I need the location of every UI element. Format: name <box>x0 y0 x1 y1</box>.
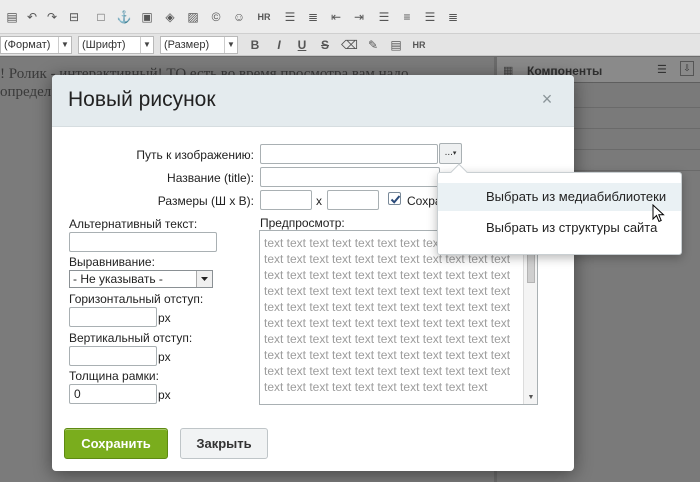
menu-item-media-library[interactable]: Выбрать из медиабиблиотеки <box>438 183 681 211</box>
preview-label: Предпросмотр: <box>260 216 345 230</box>
table-icon[interactable]: ⊟ <box>66 9 82 25</box>
anchor-icon[interactable]: ⚓ <box>116 9 132 25</box>
dialog-header: Новый рисунок × <box>52 75 574 127</box>
dialog-title: Новый рисунок <box>68 88 216 111</box>
justify-icon[interactable]: ≣ <box>445 9 461 25</box>
new-image-dialog: Новый рисунок × Путь к изображению: ...▾… <box>52 75 574 471</box>
preview-scrollbar[interactable]: ▲ ▼ <box>523 231 537 404</box>
editor-toolbar-format: (Формат) ▼ (Шрифт) ▼ (Размер) ▼ B I U S … <box>0 34 700 56</box>
alt-text-input[interactable] <box>69 232 217 252</box>
chevron-down-icon: ▼ <box>224 37 237 53</box>
outdent-icon[interactable]: ⇤ <box>328 9 344 25</box>
image-source-menu: Выбрать из медиабиблиотеки Выбрать из ст… <box>437 163 682 255</box>
align-select-value: - Не указывать - <box>73 272 163 286</box>
size-label: Размеры (Ш х В): <box>157 194 254 208</box>
paint-icon[interactable]: ✎ <box>365 37 381 53</box>
numbered-list-icon[interactable]: ≣ <box>305 9 321 25</box>
panel-collapse-icon[interactable]: ⇩ <box>680 61 694 76</box>
strikethrough-button[interactable]: S <box>317 37 333 53</box>
copyright-icon[interactable]: © <box>208 9 224 25</box>
align-select[interactable]: - Не указывать - <box>69 270 213 288</box>
vspace-label: Вертикальный отступ: <box>69 331 193 345</box>
scroll-down-icon[interactable]: ▼ <box>524 392 537 404</box>
italic-button[interactable]: I <box>271 37 287 53</box>
align-center-icon[interactable]: ≡ <box>399 9 415 25</box>
underline-button[interactable]: U <box>294 37 310 53</box>
smiley-icon[interactable]: ☺ <box>231 9 247 25</box>
border-width-input[interactable] <box>69 384 157 404</box>
media-icon[interactable]: ▣ <box>139 9 155 25</box>
chevron-down-icon <box>196 271 212 287</box>
close-button[interactable]: Закрыть <box>180 428 268 459</box>
font-select-value: (Шрифт) <box>82 39 126 51</box>
alt-text-label: Альтернативный текст: <box>69 217 198 231</box>
browse-button[interactable]: ...▾ <box>439 143 462 164</box>
editor-toolbar-top: ▤ ↶ ↷ ⊟ □ ⚓ ▣ ◈ ▨ © ☺ HR ☰ ≣ ⇤ ⇥ ☰ ≡ ☰ ≣ <box>0 0 700 34</box>
checkmark-icon <box>390 195 401 204</box>
image-path-input[interactable] <box>260 144 438 164</box>
frame-icon[interactable]: □ <box>93 9 109 25</box>
width-input[interactable] <box>260 190 312 210</box>
mouse-pointer-icon <box>652 204 665 223</box>
list-icon[interactable]: ☰ <box>282 9 298 25</box>
size-separator: x <box>316 194 322 208</box>
size-select-value: (Размер) <box>164 39 210 51</box>
format-select[interactable]: (Формат) ▼ <box>0 36 72 54</box>
keep-ratio-checkbox[interactable] <box>388 192 401 205</box>
menu-item-site-structure[interactable]: Выбрать из структуры сайта <box>438 214 681 242</box>
align-left-icon[interactable]: ☰ <box>376 9 392 25</box>
preview-box: text text text text text text text text … <box>259 230 538 405</box>
hspace-unit: px <box>158 311 171 325</box>
close-icon[interactable]: × <box>540 89 554 109</box>
height-input[interactable] <box>327 190 379 210</box>
font-select[interactable]: (Шрифт) ▼ <box>78 36 154 54</box>
bold-button[interactable]: B <box>247 37 263 53</box>
border-label: Толщина рамки: <box>69 369 159 383</box>
chevron-down-icon: ▾ <box>452 150 457 157</box>
chevron-down-icon: ▼ <box>58 37 71 53</box>
vspace-unit: px <box>158 350 171 364</box>
flash-icon[interactable]: ◈ <box>162 9 178 25</box>
browse-button-label: ... <box>444 147 453 158</box>
redo-icon[interactable]: ↷ <box>44 9 60 25</box>
undo-icon[interactable]: ↶ <box>24 9 40 25</box>
image-title-input[interactable] <box>260 167 440 187</box>
size-select[interactable]: (Размер) ▼ <box>160 36 238 54</box>
hspace-label: Горизонтальный отступ: <box>69 292 204 306</box>
align-label: Выравнивание: <box>69 255 155 269</box>
border-unit: px <box>158 388 171 402</box>
indent-icon[interactable]: ⇥ <box>351 9 367 25</box>
hr-icon[interactable]: HR <box>256 9 272 25</box>
preview-text: text text text text text text text text … <box>264 236 511 394</box>
hspace-input[interactable] <box>69 307 157 327</box>
vspace-input[interactable] <box>69 346 157 366</box>
image-icon[interactable]: ▨ <box>185 9 201 25</box>
eraser-icon[interactable]: ⌫ <box>341 37 358 53</box>
path-label: Путь к изображению: <box>136 148 254 162</box>
save-button[interactable]: Сохранить <box>64 428 168 459</box>
panel-menu-icon[interactable]: ☰ <box>657 63 667 76</box>
align-right-icon[interactable]: ☰ <box>422 9 438 25</box>
format-icon[interactable]: ▤ <box>4 9 20 25</box>
font-size-button[interactable]: HR <box>411 37 427 53</box>
chevron-down-icon: ▼ <box>140 37 153 53</box>
paste-icon[interactable]: ▤ <box>388 37 404 53</box>
format-select-value: (Формат) <box>4 39 51 51</box>
title-label: Название (title): <box>167 171 254 185</box>
